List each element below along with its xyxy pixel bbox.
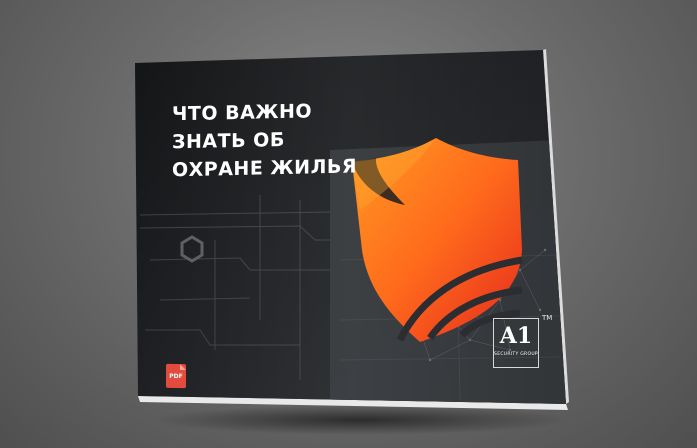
logo-mark: A1 bbox=[499, 323, 533, 349]
product-mockup-scene: ЧТО ВАЖНО ЗНАТЬ ОБ ОХРАНЕ ЖИЛЬЯ PDF A1 S… bbox=[0, 0, 697, 448]
brand-logo: A1 SECURITY GROUP bbox=[493, 318, 539, 368]
logo-tagline: SECURITY GROUP bbox=[494, 352, 538, 357]
logo-trademark: TM bbox=[542, 314, 553, 322]
brochure bbox=[135, 49, 569, 410]
pdf-badge-icon: PDF bbox=[166, 363, 186, 389]
cover-title-line-3: ОХРАНЕ ЖИЛЬЯ bbox=[172, 155, 357, 182]
pdf-badge-label: PDF bbox=[169, 372, 183, 380]
cover-title: ЧТО ВАЖНО ЗНАТЬ ОБ ОХРАНЕ ЖИЛЬЯ bbox=[172, 96, 392, 185]
